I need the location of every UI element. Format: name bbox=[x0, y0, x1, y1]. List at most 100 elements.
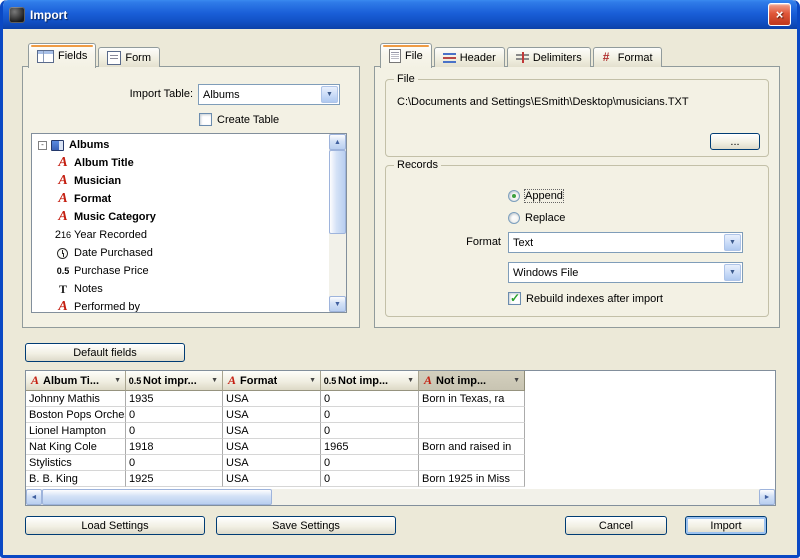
table-cell[interactable]: 1918 bbox=[126, 439, 223, 455]
table-cell[interactable]: 0 bbox=[126, 455, 223, 471]
chevron-down-icon[interactable]: ▼ bbox=[724, 234, 741, 251]
table-cell[interactable]: Boston Pops Orchestra bbox=[26, 407, 126, 423]
table-row[interactable]: Stylistics0USA0 bbox=[26, 455, 775, 471]
table-cell[interactable]: USA bbox=[223, 407, 321, 423]
column-menu-arrow-icon[interactable]: ▼ bbox=[405, 377, 416, 384]
tree-item-music-category[interactable]: AMusic Category bbox=[32, 208, 329, 226]
create-table-checkbox[interactable] bbox=[199, 113, 212, 126]
default-fields-button[interactable]: Default fields bbox=[25, 343, 185, 362]
table-cell[interactable]: 1925 bbox=[126, 471, 223, 487]
column-header-3[interactable]: AFormat▼ bbox=[223, 371, 321, 391]
table-cell[interactable]: 0 bbox=[321, 391, 419, 407]
table-cell[interactable]: B. B. King bbox=[26, 471, 126, 487]
table-cell[interactable]: Born in Texas, ra bbox=[419, 391, 525, 407]
column-menu-arrow-icon[interactable]: ▼ bbox=[112, 377, 123, 384]
table-cell[interactable] bbox=[419, 423, 525, 439]
tree-item-performed-by[interactable]: APerformed by bbox=[32, 298, 329, 312]
table-cell[interactable] bbox=[419, 407, 525, 423]
chevron-down-icon[interactable]: ▼ bbox=[724, 264, 741, 281]
table-row[interactable]: Johnny Mathis1935USA0Born in Texas, ra bbox=[26, 391, 775, 407]
table-row[interactable]: Boston Pops Orchestra0USA0 bbox=[26, 407, 775, 423]
append-radio[interactable] bbox=[508, 190, 520, 202]
tree-item-notes[interactable]: TNotes bbox=[32, 280, 329, 298]
column-menu-arrow-icon[interactable]: ▼ bbox=[307, 377, 318, 384]
rebuild-indexes-checkbox[interactable] bbox=[508, 292, 521, 305]
replace-radio[interactable] bbox=[508, 212, 520, 224]
table-cell[interactable]: Johnny Mathis bbox=[26, 391, 126, 407]
grid-h-scrollbar[interactable]: ◄ ► bbox=[26, 489, 775, 505]
load-settings-button[interactable]: Load Settings bbox=[25, 516, 205, 535]
records-group: Records Append Replace Format Text ▼ Win… bbox=[385, 165, 769, 317]
import-button[interactable]: Import bbox=[685, 516, 767, 535]
tree-scrollbar[interactable]: ▲ ▼ bbox=[329, 134, 346, 312]
tab-file[interactable]: File bbox=[380, 43, 432, 68]
record-format-select[interactable]: Text ▼ bbox=[508, 232, 743, 253]
column-header-label: Format bbox=[240, 375, 277, 387]
tab-fields[interactable]: Fields bbox=[28, 43, 96, 68]
table-row[interactable]: Nat King Cole1918USA1965Born and raised … bbox=[26, 439, 775, 455]
tab-format[interactable]: Format bbox=[593, 47, 662, 67]
tree-item-purchase-price[interactable]: 0.5Purchase Price bbox=[32, 262, 329, 280]
column-header-5[interactable]: ANot imp...▼ bbox=[419, 371, 525, 391]
tree-item-label: Music Category bbox=[74, 211, 156, 223]
table-cell[interactable]: USA bbox=[223, 471, 321, 487]
table-cell[interactable]: USA bbox=[223, 391, 321, 407]
table-cell[interactable]: Born and raised in bbox=[419, 439, 525, 455]
tree-item-year-recorded[interactable]: 216Year Recorded bbox=[32, 226, 329, 244]
grid-scroll-thumb[interactable] bbox=[42, 489, 272, 505]
tree-item-album-title[interactable]: AAlbum Title bbox=[32, 154, 329, 172]
close-button[interactable]: × bbox=[768, 3, 791, 26]
table-cell[interactable]: USA bbox=[223, 423, 321, 439]
table-cell[interactable]: 0 bbox=[126, 423, 223, 439]
tab-header[interactable]: Header bbox=[434, 47, 505, 67]
table-cell[interactable]: 0 bbox=[321, 455, 419, 471]
file-path-text: C:\Documents and Settings\ESmith\Desktop… bbox=[397, 96, 689, 108]
column-menu-arrow-icon[interactable]: ▼ bbox=[209, 377, 220, 384]
table-cell[interactable]: Stylistics bbox=[26, 455, 126, 471]
table-row[interactable]: Lionel Hampton0USA0 bbox=[26, 423, 775, 439]
scroll-down-icon[interactable]: ▼ bbox=[329, 296, 346, 312]
import-table-select[interactable]: Albums ▼ bbox=[198, 84, 340, 105]
save-settings-button[interactable]: Save Settings bbox=[216, 516, 396, 535]
rebuild-indexes-option[interactable]: Rebuild indexes after import bbox=[508, 292, 663, 305]
tree-root-albums[interactable]: -Albums bbox=[32, 136, 329, 154]
column-menu-arrow-icon[interactable]: ▼ bbox=[511, 377, 522, 384]
scroll-up-icon[interactable]: ▲ bbox=[329, 134, 346, 150]
column-header-1[interactable]: AAlbum Ti...▼ bbox=[26, 371, 126, 391]
browse-button[interactable]: ... bbox=[710, 133, 760, 150]
table-row[interactable]: B. B. King1925USA0Born 1925 in Miss bbox=[26, 471, 775, 487]
grid-scroll-track[interactable] bbox=[42, 489, 759, 505]
scroll-right-icon[interactable]: ► bbox=[759, 489, 775, 505]
table-cell[interactable]: USA bbox=[223, 439, 321, 455]
table-cell[interactable]: Born 1925 in Miss bbox=[419, 471, 525, 487]
tab-form[interactable]: Form bbox=[98, 47, 160, 67]
tree-item-musician[interactable]: AMusician bbox=[32, 172, 329, 190]
table-cell[interactable]: USA bbox=[223, 455, 321, 471]
tab-delimiters[interactable]: Delimiters bbox=[507, 47, 591, 67]
table-cell[interactable]: Lionel Hampton bbox=[26, 423, 126, 439]
append-option[interactable]: Append bbox=[508, 190, 563, 202]
collapse-toggle-icon[interactable]: - bbox=[38, 141, 47, 150]
table-cell[interactable]: Nat King Cole bbox=[26, 439, 126, 455]
table-cell[interactable]: 1935 bbox=[126, 391, 223, 407]
tree-scroll-track[interactable] bbox=[329, 150, 346, 296]
table-cell[interactable]: 0 bbox=[321, 423, 419, 439]
table-cell[interactable]: 1965 bbox=[321, 439, 419, 455]
file-format-select[interactable]: Windows File ▼ bbox=[508, 262, 743, 283]
replace-option[interactable]: Replace bbox=[508, 212, 565, 224]
tree-item-date-purchased[interactable]: Date Purchased bbox=[32, 244, 329, 262]
scroll-left-icon[interactable]: ◄ bbox=[26, 489, 42, 505]
create-table-option[interactable]: Create Table bbox=[199, 113, 279, 126]
tree-item-format[interactable]: AFormat bbox=[32, 190, 329, 208]
table-cell[interactable]: 0 bbox=[126, 407, 223, 423]
tree-scroll-thumb[interactable] bbox=[329, 150, 346, 234]
column-header-2[interactable]: 0.5Not impr...▼ bbox=[126, 371, 223, 391]
file-tab-panel: File C:\Documents and Settings\ESmith\De… bbox=[374, 66, 780, 328]
table-cell[interactable]: 0 bbox=[321, 471, 419, 487]
table-cell[interactable]: 0 bbox=[321, 407, 419, 423]
table-cell[interactable] bbox=[419, 455, 525, 471]
chevron-down-icon[interactable]: ▼ bbox=[321, 86, 338, 103]
file-group: File C:\Documents and Settings\ESmith\De… bbox=[385, 79, 769, 157]
column-header-4[interactable]: 0.5Not imp...▼ bbox=[321, 371, 419, 391]
cancel-button[interactable]: Cancel bbox=[565, 516, 667, 535]
